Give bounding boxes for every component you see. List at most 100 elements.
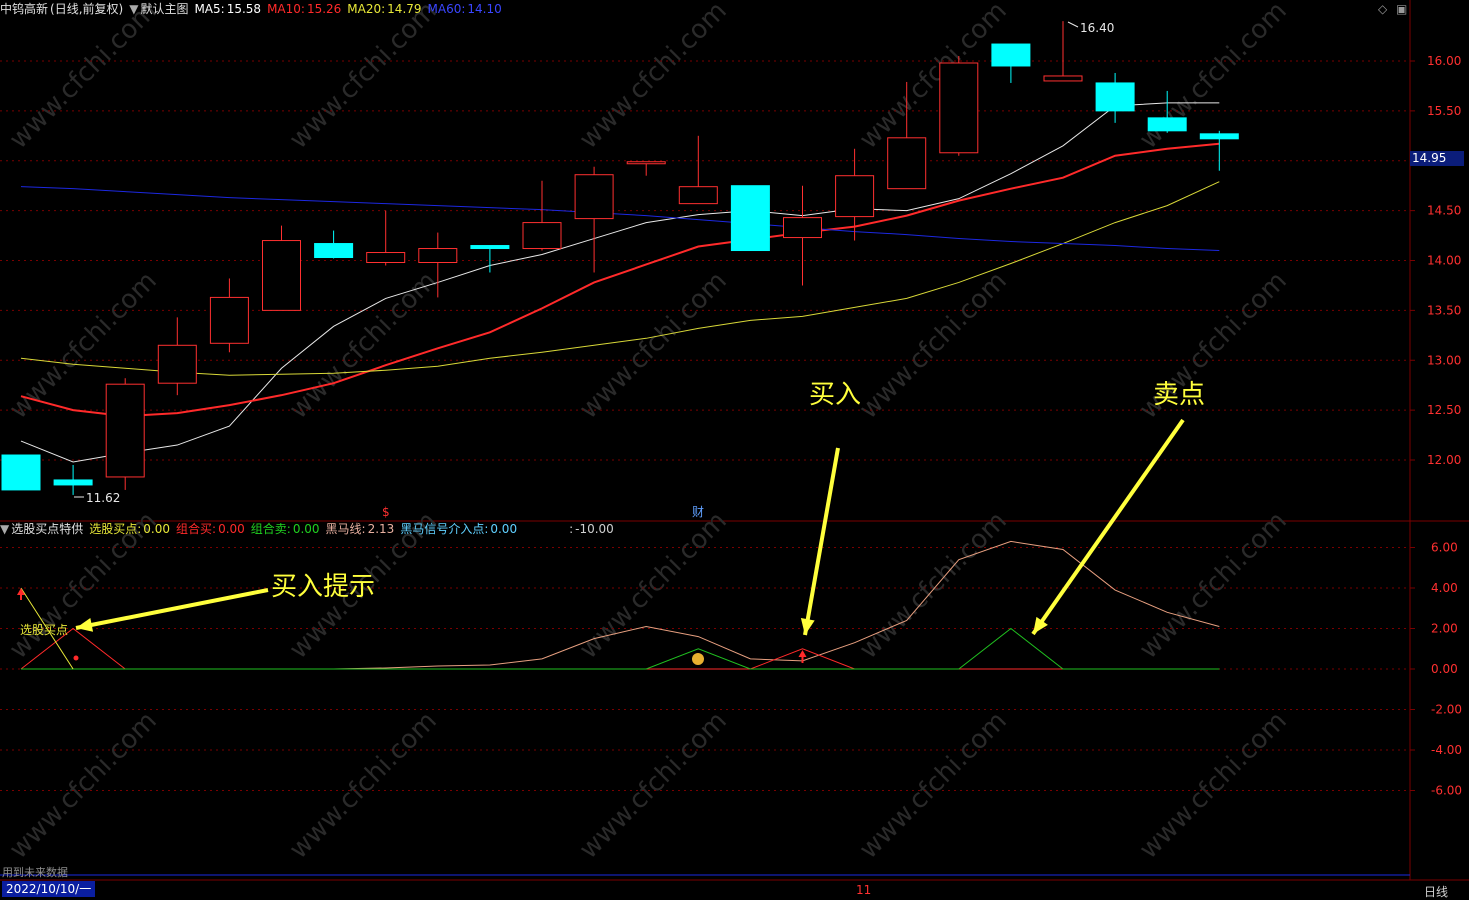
diamond-icon[interactable]: ◇ [1378,2,1387,16]
combo-buy-value: 0.00 [218,522,245,536]
main-price-axis: 12.0012.5013.0013.5014.0014.5015.0015.50… [1410,54,1461,467]
ma5-line [20,102,1220,463]
dark-horse-value: 2.13 [367,522,395,536]
candle-body [1147,117,1187,132]
ma10-label: MA10: [267,2,305,16]
ma20-value: 14.79 [387,2,422,16]
candle-body [1,454,41,491]
watermark: www.cfchi.com [854,0,1013,155]
price-tick-label: 12.00 [1427,453,1461,467]
candle-body [783,217,822,239]
buy-arrow-shaft [803,447,840,636]
indicator-dropdown-icon[interactable]: ▼ [0,522,9,536]
candle-body [209,296,249,344]
watermark: www.cfchi.com [574,0,733,155]
price-tick-label: 15.50 [1427,104,1461,118]
pick-buy-label: 选股买点: [89,522,142,536]
low-price-label: 11.62 [86,491,120,505]
indicator-tick-label: -2.00 [1431,703,1462,717]
candle-up [366,210,406,266]
indicator-tick-label: 6.00 [1431,541,1458,555]
date-cursor-box[interactable]: 2022/10/10/一 [2,881,96,897]
candle-body [991,43,1031,67]
candle-up [626,161,666,176]
current-price-badge: 14.95 [1410,151,1464,166]
adjust-mode[interactable]: (日线,前复权) [50,2,123,16]
buy-annotation: 买入 [809,380,862,410]
candle-up [678,135,718,205]
candle-body [1095,82,1135,112]
indicator-tick-label: -6.00 [1431,784,1462,798]
candle-down [1199,130,1239,171]
candle-body [366,252,406,263]
indicator-tick-label: 0.00 [1431,662,1458,676]
candle-body [574,174,614,220]
candle-down [730,185,770,252]
window-toggle-icon[interactable]: ▣ [1396,2,1407,16]
pick-point-label: 选股买点 [20,623,68,637]
watermark: www.cfchi.com [1134,706,1293,865]
watermark: www.cfchi.com [1134,506,1293,665]
candle-down [1,454,41,491]
high-pointer [1067,21,1079,28]
sell-point-annotation: 卖点 [1153,380,1206,410]
event-marker-dollar[interactable]: $ [382,505,390,519]
price-tick-label: 12.50 [1427,403,1461,417]
ma60-line [20,186,1220,252]
unnamed-output-value: -10.00 [575,522,614,536]
watermark: www.cfchi.com [4,0,163,155]
candle-up [1043,21,1083,82]
ma5-value: 15.58 [226,2,262,16]
buy-hint-arrow-head [76,618,94,632]
watermark: www.cfchi.com [4,706,163,865]
candle-up [105,378,145,490]
candle-body [1043,75,1083,82]
watermark: www.cfchi.com [284,0,443,155]
indicator-header: ▼ 选股买点特供 选股买点: 0.00 组合买: 0.00 组合卖: 0.00 黑马线: 2.13… [0,520,620,538]
candle-body [53,479,93,486]
watermark: www.cfchi.com [284,706,443,865]
indicator-tick-label: 2.00 [1431,622,1458,636]
signal-dot [73,655,79,661]
high-price-label: 16.40 [1080,21,1114,35]
event-marker-finance[interactable]: 财 [692,505,704,519]
candle-up [209,278,249,353]
ma20-label: MA20: [347,2,386,16]
watermark: www.cfchi.com [574,266,733,425]
candle-body [887,137,927,190]
sell-arrow-shaft [1031,418,1185,636]
watermark-layer: www.cfchi.com www.cfchi.com www.cfchi.com w… [4,0,1293,865]
buy-hint-annotation: 买入提示 [271,572,376,602]
candle-up [939,56,979,156]
unnamed-output-label: : [569,522,574,536]
price-tick-label: 14.00 [1427,254,1461,268]
month-tick-label: 11 [856,883,871,897]
price-tick-label: 13.50 [1427,303,1461,317]
ma60-label: MA60: [427,2,466,16]
chart-canvas[interactable]: www.cfchi.com www.cfchi.com www.cfchi.com w… [0,0,1469,898]
buy-arrow-marker [798,650,807,657]
indicator-tick-label: -4.00 [1431,743,1462,757]
candle-body [939,62,979,154]
candle-up [522,180,562,251]
period-selector[interactable]: 日线 [1424,883,1448,900]
indicator-name[interactable]: 选股买点特供 [11,522,83,536]
candle-body [835,175,875,218]
template-dropdown-icon[interactable]: ▼ [129,2,138,16]
template-name[interactable]: 默认主图 [140,2,188,16]
dark-horse-signal-value: 0.00 [490,522,518,536]
watermark: www.cfchi.com [1134,0,1293,155]
combo-sell-value: 0.00 [292,522,320,536]
sell-arrow-head [1033,616,1048,634]
candle-body [470,245,510,250]
stock-name[interactable]: 中钨高新 [0,2,48,16]
moving-average-lines [20,102,1220,463]
buy-arrow-head [800,618,815,635]
price-tick-label: 16.00 [1427,54,1461,68]
candle-body [105,383,145,478]
ma60-value: 14.10 [467,2,502,16]
main-chart-header: 中钨高新 (日线,前复权) ▼ 默认主图 MA5: 15.58 MA10: 15.26 MA20… [0,0,508,18]
candle-body [730,185,770,252]
dark-horse-signal-label: 黑马信号介入点: [400,522,489,536]
watermark: www.cfchi.com [854,706,1013,865]
